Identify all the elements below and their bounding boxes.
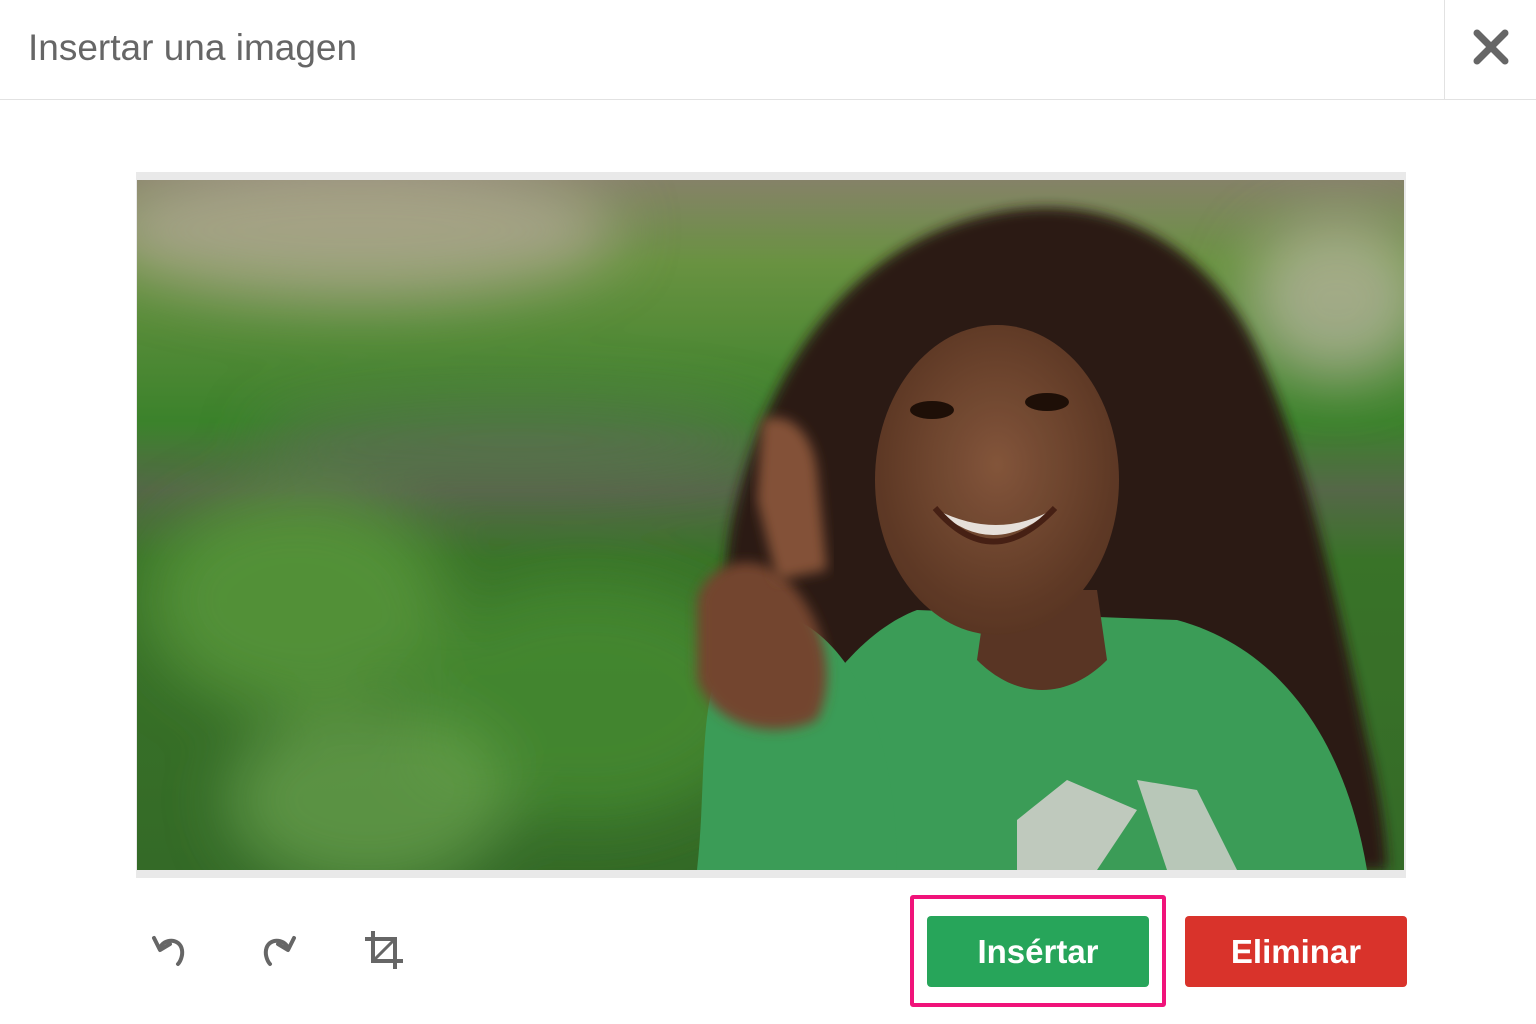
image-preview [137,180,1404,870]
close-button[interactable] [1444,0,1536,99]
dialog-title: Insertar una imagen [28,27,358,68]
redo-button[interactable] [254,926,302,978]
crop-icon[interactable] [361,927,407,978]
undo-button[interactable] [146,926,194,978]
insert-image-dialog: Insertar una imagen Insértar Eliminar [0,0,1536,1024]
undo-icon[interactable] [148,928,192,977]
dialog-header: Insertar una imagen [0,0,1536,100]
insert-button[interactable]: Insértar [927,916,1149,987]
delete-button[interactable]: Eliminar [1185,916,1407,987]
close-icon[interactable] [1472,28,1510,71]
redo-icon[interactable] [256,928,300,977]
crop-button[interactable] [360,926,408,978]
